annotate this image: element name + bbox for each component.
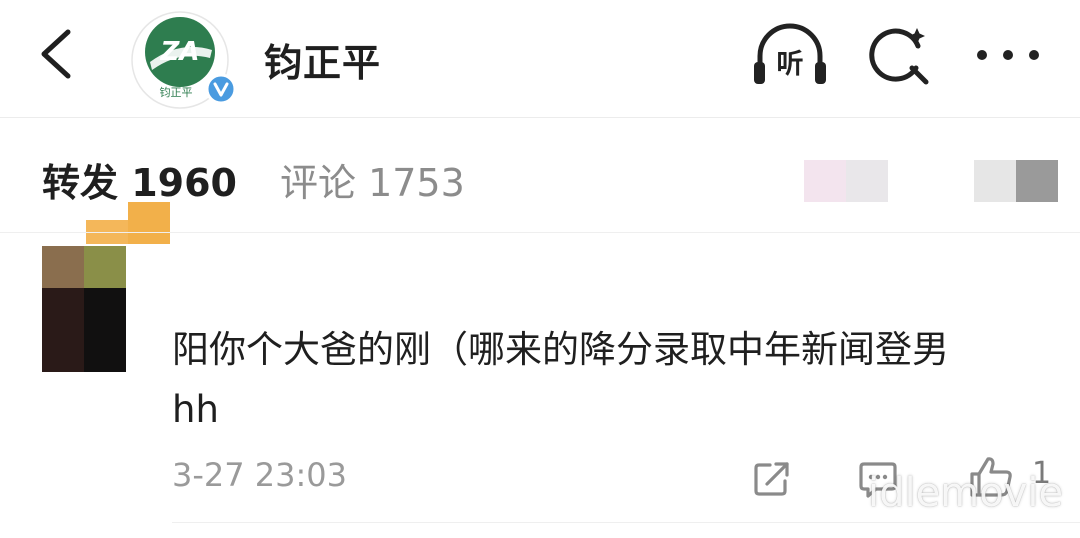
pixelated-block [128, 202, 170, 244]
timestamp: 3-27 23:03 [172, 456, 348, 494]
share-button[interactable] [752, 460, 792, 498]
tabs-divider [0, 232, 1080, 233]
search-icon [869, 28, 929, 85]
pixelated-block [846, 160, 888, 202]
pixelated-block [42, 246, 84, 288]
pixelated-block [1016, 160, 1058, 202]
search-button[interactable] [868, 24, 932, 88]
pixelated-block [974, 160, 1016, 202]
verified-badge [205, 73, 237, 105]
commenter-avatar-pixelated[interactable] [42, 246, 126, 372]
comment-text: 阳你个大爸的刚（哪来的降分录取中年新闻登男 hh [172, 328, 949, 431]
pixelated-block [84, 246, 126, 288]
chevron-left-icon [41, 29, 71, 79]
pixelated-block [84, 288, 126, 372]
more-icon [977, 50, 1039, 60]
share-icon [754, 462, 789, 496]
back-button[interactable] [34, 26, 80, 82]
watermark: idlemovie [868, 470, 1064, 516]
tab-repost[interactable]: 转发 1960 [42, 152, 237, 207]
verified-icon [205, 73, 237, 105]
more-options-button[interactable] [972, 42, 1044, 68]
tab-comment[interactable]: 评论 1753 [280, 152, 465, 207]
listen-label: 听 [776, 49, 804, 80]
listen-button[interactable]: 听 [750, 22, 830, 88]
pixelated-block [804, 160, 846, 202]
header-divider [0, 117, 1080, 118]
avatar-logo-text: ZA [160, 37, 200, 67]
avatar-caption: 钧正平 [160, 85, 193, 99]
top-navigation-bar: ZA 钧正平 钧正平 听 [0, 0, 1080, 118]
pixelated-block [42, 288, 84, 372]
post-divider [172, 522, 1080, 523]
account-name[interactable]: 钧正平 [264, 32, 381, 87]
